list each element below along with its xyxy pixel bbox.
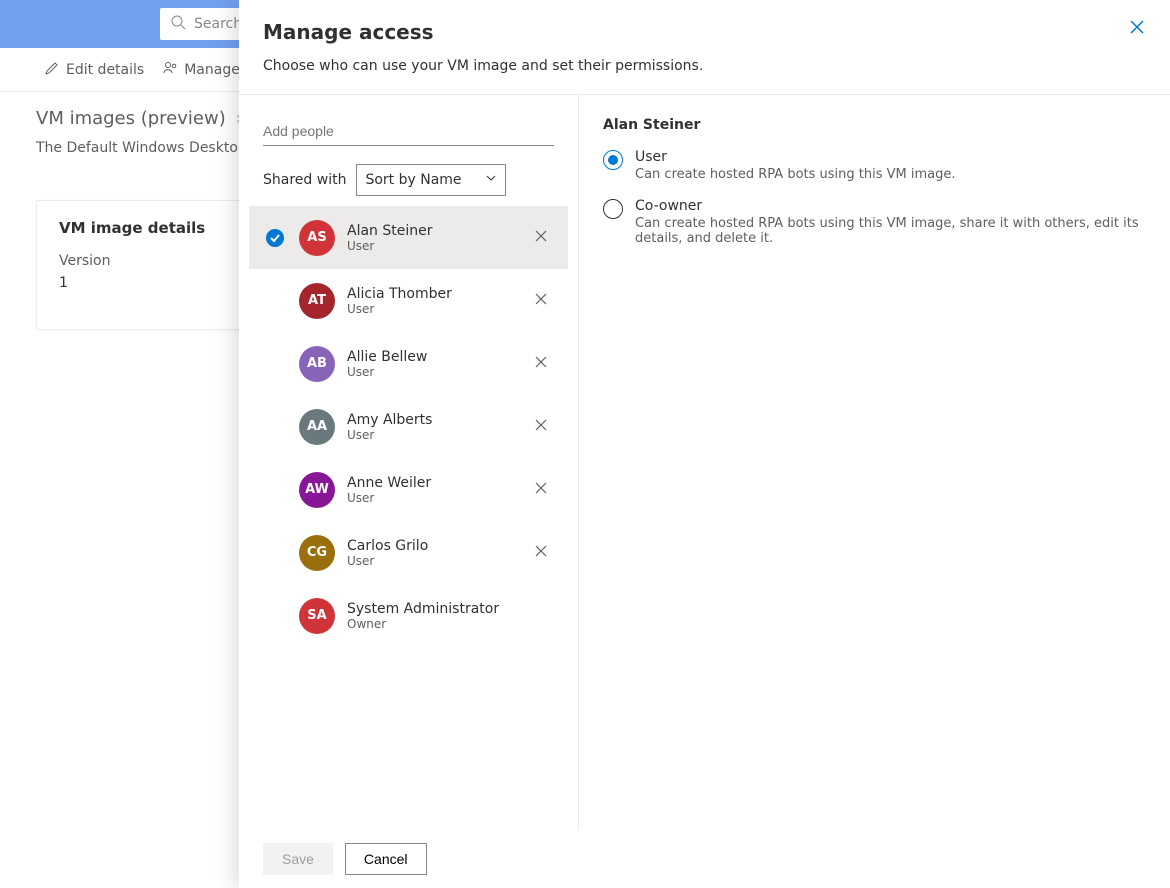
remove-person-button[interactable] xyxy=(534,292,554,310)
person-role: User xyxy=(347,554,522,568)
permission-option[interactable]: Co-owner Can create hosted RPA bots using… xyxy=(603,198,1146,246)
sort-dropdown-label: Sort by Name xyxy=(365,172,461,188)
person-role: User xyxy=(347,428,522,442)
person-row[interactable]: AT Alicia ThomberUser xyxy=(249,269,568,332)
panel-footer: Save Cancel xyxy=(239,830,1170,888)
person-role: User xyxy=(347,365,522,379)
checkmark-icon xyxy=(266,229,284,247)
person-row[interactable]: SA System AdministratorOwner xyxy=(249,584,568,647)
permission-text: User Can create hosted RPA bots using thi… xyxy=(635,149,1146,182)
search-icon xyxy=(170,14,194,34)
close-icon xyxy=(534,294,548,310)
permission-option[interactable]: User Can create hosted RPA bots using thi… xyxy=(603,149,1146,182)
people-list: ASAlan SteinerUserATAlicia ThomberUserAB… xyxy=(249,206,568,647)
person-name: Amy Alberts xyxy=(347,412,522,428)
avatar: AT xyxy=(299,283,335,319)
permissions-column: Alan Steiner User Can create hosted RPA b… xyxy=(579,95,1170,830)
edit-details-link[interactable]: Edit details xyxy=(44,60,144,80)
permission-description: Can create hosted RPA bots using this VM… xyxy=(635,216,1146,246)
person-info: System AdministratorOwner xyxy=(347,601,554,631)
edit-details-label: Edit details xyxy=(66,62,144,78)
pencil-icon xyxy=(44,60,60,80)
permission-label: User xyxy=(635,149,1146,165)
person-info: Carlos GriloUser xyxy=(347,538,522,568)
permission-description: Can create hosted RPA bots using this VM… xyxy=(635,167,1146,182)
close-icon xyxy=(1130,22,1144,38)
person-info: Alicia ThomberUser xyxy=(347,286,522,316)
remove-person-button[interactable] xyxy=(534,544,554,562)
panel-description: Choose who can use your VM image and set… xyxy=(239,52,1170,94)
close-icon xyxy=(534,357,548,373)
person-info: Alan SteinerUser xyxy=(347,223,522,253)
cancel-button[interactable]: Cancel xyxy=(345,843,427,875)
chevron-down-icon xyxy=(485,172,497,188)
radio-button[interactable] xyxy=(603,199,623,219)
shared-with-label: Shared with xyxy=(263,172,346,188)
search-placeholder: Search xyxy=(194,16,242,32)
people-icon xyxy=(162,60,178,80)
person-name: Carlos Grilo xyxy=(347,538,522,554)
person-row[interactable]: AW Anne WeilerUser xyxy=(249,458,568,521)
remove-person-button[interactable] xyxy=(534,418,554,436)
radio-button[interactable] xyxy=(603,150,623,170)
person-info: Anne WeilerUser xyxy=(347,475,522,505)
person-row[interactable]: AA Amy AlbertsUser xyxy=(249,395,568,458)
avatar: AS xyxy=(299,220,335,256)
avatar: AA xyxy=(299,409,335,445)
sort-dropdown[interactable]: Sort by Name xyxy=(356,164,506,196)
manage-access-panel: Manage access Choose who can use your VM… xyxy=(239,0,1170,888)
person-info: Amy AlbertsUser xyxy=(347,412,522,442)
avatar: AB xyxy=(299,346,335,382)
close-icon xyxy=(534,483,548,499)
avatar: CG xyxy=(299,535,335,571)
person-name: Alicia Thomber xyxy=(347,286,522,302)
permission-text: Co-owner Can create hosted RPA bots using… xyxy=(635,198,1146,246)
close-icon xyxy=(534,420,548,436)
person-row[interactable]: CG Carlos GriloUser xyxy=(249,521,568,584)
breadcrumb: VM images (preview) › xyxy=(36,108,243,129)
person-role: Owner xyxy=(347,617,554,631)
remove-person-button[interactable] xyxy=(534,229,554,247)
person-row[interactable]: AB Allie BellewUser xyxy=(249,332,568,395)
selected-person-name: Alan Steiner xyxy=(603,117,1146,133)
remove-person-button[interactable] xyxy=(534,355,554,373)
person-row[interactable]: AS Alan SteinerUser xyxy=(249,206,568,269)
close-icon xyxy=(534,546,548,562)
close-panel-button[interactable] xyxy=(1130,20,1146,36)
breadcrumb-parent[interactable]: VM images (preview) xyxy=(36,108,226,129)
selection-slot xyxy=(263,229,287,247)
add-people-input[interactable] xyxy=(263,117,554,146)
save-button[interactable]: Save xyxy=(263,843,333,875)
avatar: AW xyxy=(299,472,335,508)
share-left-column: Shared with Sort by Name ASAlan SteinerU… xyxy=(239,95,579,830)
person-name: Alan Steiner xyxy=(347,223,522,239)
person-role: User xyxy=(347,239,522,253)
person-name: Allie Bellew xyxy=(347,349,522,365)
permission-label: Co-owner xyxy=(635,198,1146,214)
person-role: User xyxy=(347,491,522,505)
person-role: User xyxy=(347,302,522,316)
remove-person-button[interactable] xyxy=(534,481,554,499)
person-name: System Administrator xyxy=(347,601,554,617)
panel-title: Manage access xyxy=(263,20,434,44)
person-info: Allie BellewUser xyxy=(347,349,522,379)
person-name: Anne Weiler xyxy=(347,475,522,491)
close-icon xyxy=(534,231,548,247)
avatar: SA xyxy=(299,598,335,634)
